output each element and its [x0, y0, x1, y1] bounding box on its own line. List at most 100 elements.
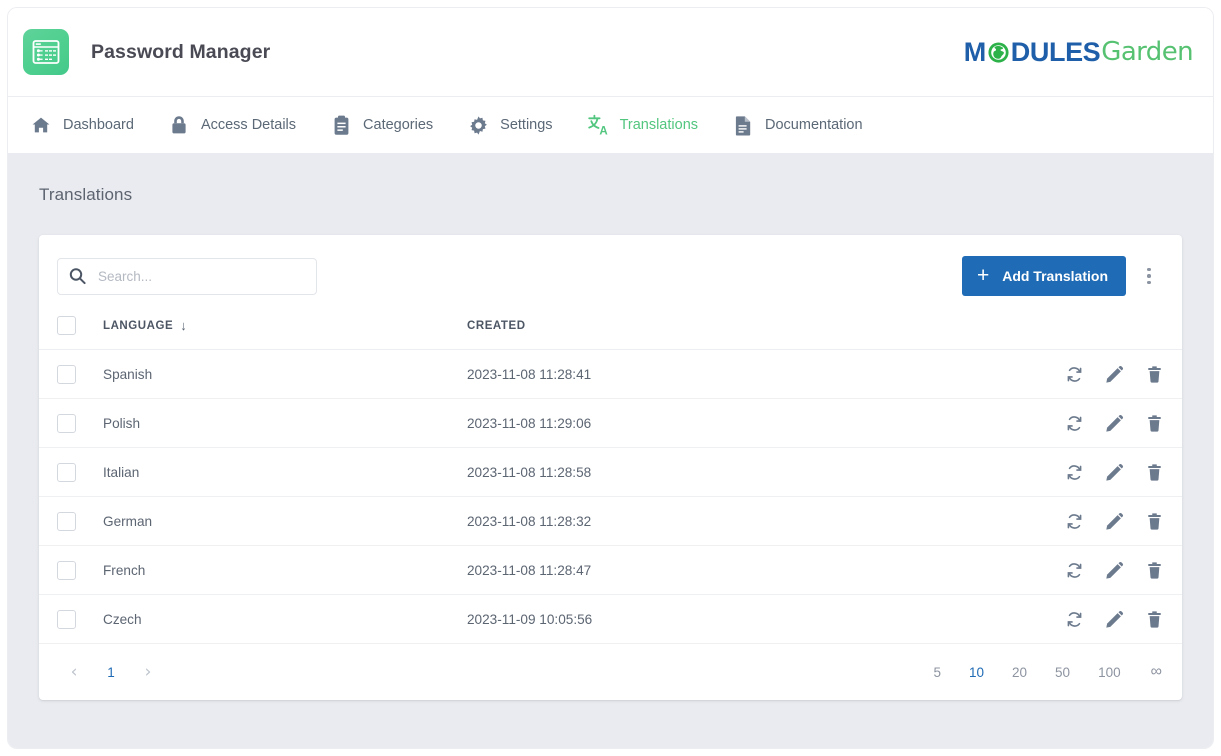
delete-trash-icon[interactable] — [1143, 412, 1165, 434]
row-select-cell — [39, 448, 103, 497]
delete-trash-icon[interactable] — [1143, 559, 1165, 581]
row-actions — [1022, 412, 1182, 434]
table-row[interactable]: Spanish 2023-11-08 11:28:41 — [39, 350, 1182, 399]
card-toolbar: + Add Translation — [39, 235, 1182, 316]
row-actions — [1022, 559, 1182, 581]
sync-icon[interactable] — [1063, 461, 1085, 483]
add-translation-button[interactable]: + Add Translation — [962, 256, 1126, 296]
row-select-cell — [39, 497, 103, 546]
table-row[interactable]: German 2023-11-08 11:28:32 — [39, 497, 1182, 546]
page-size-5[interactable]: 5 — [933, 665, 941, 680]
sync-icon[interactable] — [1063, 510, 1085, 532]
pagination-prev-button[interactable]: ‹ — [57, 655, 91, 689]
edit-pencil-icon[interactable] — [1103, 608, 1125, 630]
row-created-cell: 2023-11-08 11:29:06 — [467, 399, 1022, 448]
row-checkbox[interactable] — [57, 610, 76, 629]
table-body: Spanish 2023-11-08 11:28:41 — [39, 350, 1182, 644]
search-input[interactable] — [57, 258, 317, 295]
page-size-100[interactable]: 100 — [1098, 665, 1121, 680]
nav-label-categories: Categories — [363, 117, 433, 133]
nav-item-dashboard[interactable]: Dashboard — [30, 97, 134, 153]
row-checkbox[interactable] — [57, 365, 76, 384]
nav-label-settings: Settings — [500, 117, 552, 133]
row-checkbox[interactable] — [57, 463, 76, 482]
row-created-cell: 2023-11-08 11:28:47 — [467, 546, 1022, 595]
edit-pencil-icon[interactable] — [1103, 510, 1125, 532]
password-window-icon — [23, 29, 69, 75]
row-checkbox[interactable] — [57, 414, 76, 433]
row-actions — [1022, 363, 1182, 385]
row-actions-cell — [1022, 350, 1182, 399]
row-language-cell: French — [103, 546, 467, 595]
row-actions-cell — [1022, 546, 1182, 595]
globe-icon — [987, 41, 1010, 64]
nav-item-translations[interactable]: A Translations — [587, 97, 698, 153]
page-size-50[interactable]: 50 — [1055, 665, 1070, 680]
pagination: ‹ 1 › — [57, 655, 165, 689]
row-actions-cell — [1022, 595, 1182, 644]
sync-icon[interactable] — [1063, 608, 1085, 630]
logo-dules-text: DULES — [1011, 39, 1101, 66]
page-title: Translations — [39, 153, 1182, 205]
app-window: Password Manager M DULES Garden Dashboar… — [8, 8, 1213, 748]
row-select-cell — [39, 350, 103, 399]
page-size-10[interactable]: 10 — [969, 665, 984, 680]
table-row[interactable]: French 2023-11-08 11:28:47 — [39, 546, 1182, 595]
svg-text:A: A — [599, 126, 607, 136]
created-column-header[interactable]: CREATED — [467, 316, 1022, 350]
edit-pencil-icon[interactable] — [1103, 461, 1125, 483]
row-actions-cell — [1022, 448, 1182, 497]
nav-item-settings[interactable]: Settings — [467, 97, 552, 153]
table-row[interactable]: Italian 2023-11-08 11:28:58 — [39, 448, 1182, 497]
edit-pencil-icon[interactable] — [1103, 559, 1125, 581]
row-created-cell: 2023-11-08 11:28:32 — [467, 497, 1022, 546]
nav-item-documentation[interactable]: Documentation — [732, 97, 863, 153]
sync-icon[interactable] — [1063, 363, 1085, 385]
row-actions — [1022, 461, 1182, 483]
translate-icon: A — [587, 114, 609, 136]
language-column-header[interactable]: LANGUAGE↓ — [103, 316, 467, 350]
row-created-cell: 2023-11-08 11:28:58 — [467, 448, 1022, 497]
content-area: Translations + Add Translat — [8, 153, 1213, 748]
gear-icon — [467, 114, 489, 136]
lock-icon — [168, 114, 190, 136]
translations-card: + Add Translation LANGU — [39, 235, 1182, 700]
delete-trash-icon[interactable] — [1143, 510, 1165, 532]
more-vertical-icon[interactable] — [1134, 259, 1164, 293]
page-size-20[interactable]: 20 — [1012, 665, 1027, 680]
delete-trash-icon[interactable] — [1143, 461, 1165, 483]
row-actions — [1022, 510, 1182, 532]
nav-label-access-details: Access Details — [201, 117, 296, 133]
select-all-header — [39, 316, 103, 350]
row-checkbox[interactable] — [57, 512, 76, 531]
table-row[interactable]: Polish 2023-11-08 11:29:06 — [39, 399, 1182, 448]
edit-pencil-icon[interactable] — [1103, 412, 1125, 434]
plus-icon: + — [977, 265, 989, 286]
row-language-cell: Italian — [103, 448, 467, 497]
card-footer: ‹ 1 › 5 10 20 50 100 ∞ — [39, 644, 1182, 700]
delete-trash-icon[interactable] — [1143, 608, 1165, 630]
pagination-next-button[interactable]: › — [131, 655, 165, 689]
logo-garden-text: Garden — [1101, 39, 1193, 65]
search-field-wrapper — [57, 258, 317, 295]
sync-icon[interactable] — [1063, 412, 1085, 434]
table-row[interactable]: Czech 2023-11-09 10:05:56 — [39, 595, 1182, 644]
page-size-unlimited[interactable]: ∞ — [1151, 663, 1162, 681]
row-language-cell: Czech — [103, 595, 467, 644]
actions-column-header — [1022, 316, 1182, 350]
select-all-checkbox[interactable] — [57, 316, 76, 335]
nav-item-access-details[interactable]: Access Details — [168, 97, 296, 153]
sync-icon[interactable] — [1063, 559, 1085, 581]
row-created-cell: 2023-11-09 10:05:56 — [467, 595, 1022, 644]
row-language-cell: Polish — [103, 399, 467, 448]
row-checkbox[interactable] — [57, 561, 76, 580]
pagination-page-1[interactable]: 1 — [98, 665, 124, 680]
nav-label-documentation: Documentation — [765, 117, 863, 133]
document-icon — [732, 114, 754, 136]
delete-trash-icon[interactable] — [1143, 363, 1165, 385]
edit-pencil-icon[interactable] — [1103, 363, 1125, 385]
table-header: LANGUAGE↓ CREATED — [39, 316, 1182, 350]
nav-item-categories[interactable]: Categories — [330, 97, 433, 153]
language-column-label: LANGUAGE — [103, 320, 173, 332]
table-header-row: LANGUAGE↓ CREATED — [39, 316, 1182, 350]
